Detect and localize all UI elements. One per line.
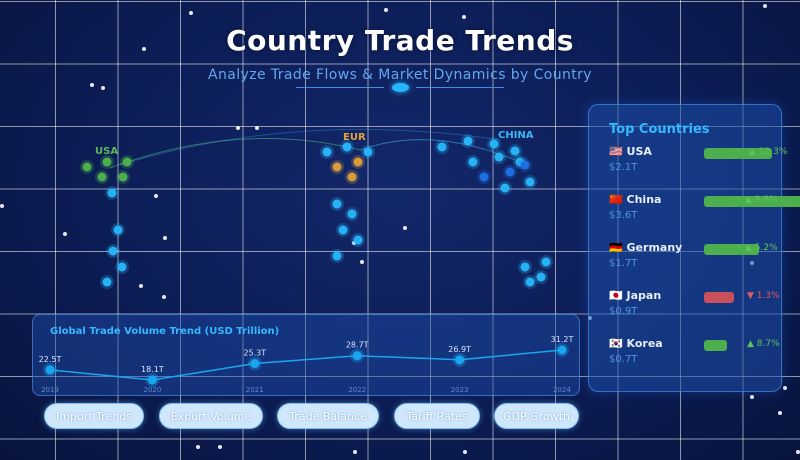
country-trade-value: $0.9T [609, 306, 638, 317]
country-name: 🇺🇸 USA [609, 145, 652, 158]
country-row[interactable]: 🇰🇷 Korea $0.7T ▲ 8.7% [609, 337, 800, 379]
country-row[interactable]: 🇨🇳 China $3.6T ▲ 9.8% [609, 193, 800, 235]
top-countries-panel: Top Countries 🇺🇸 USA $2.1T ▲ 12.3% 🇨🇳 China… [588, 104, 800, 392]
page-subtitle: Analyze Trade Flows & Market Dynamics by… [208, 67, 592, 83]
trade-volume-trend-panel: Global Trade Volume Trend (USD Trillion) [32, 314, 580, 396]
region-label-china: CHINA [498, 130, 534, 141]
country-growth-bar [704, 340, 727, 351]
tariff-rates-button[interactable]: Tariff Rates [394, 403, 480, 429]
country-trade-value: $1.7T [609, 258, 638, 269]
country-change-percent: ▲ 12.3% [749, 147, 788, 157]
country-growth-bar [704, 292, 734, 303]
country-change-percent: ▲ 9.8% [745, 195, 778, 205]
country-name: 🇰🇷 Korea [609, 337, 663, 350]
title-divider [296, 82, 506, 94]
import-trends-button[interactable]: Import Trends [44, 403, 144, 429]
country-name: 🇩🇪 Germany [609, 241, 683, 254]
page-title: Country Trade Trends [226, 24, 574, 57]
export-volume-button[interactable]: Export Volume [159, 403, 263, 429]
country-row[interactable]: 🇺🇸 USA $2.1T ▲ 12.3% [609, 145, 800, 187]
country-name: 🇯🇵 Japan [609, 289, 662, 302]
country-trade-value: $0.7T [609, 354, 638, 365]
country-change-percent: ▼ 1.3% [747, 291, 780, 301]
country-change-percent: ▲ 5.2% [745, 243, 778, 253]
country-row[interactable]: 🇯🇵 Japan $0.9T ▼ 1.3% [609, 289, 800, 331]
country-row[interactable]: 🇩🇪 Germany $1.7T ▲ 5.2% [609, 241, 800, 283]
chart-title: Global Trade Volume Trend (USD Trillion) [50, 326, 280, 337]
region-label-eur: EUR [343, 132, 366, 143]
country-trade-value: $3.6T [609, 210, 638, 221]
top-countries-title: Top Countries [609, 122, 710, 137]
gdp-growth-button[interactable]: GDP Growth [494, 403, 579, 429]
country-change-percent: ▲ 8.7% [747, 339, 780, 349]
trade-balance-button[interactable]: Trade Balance [277, 403, 379, 429]
country-name: 🇨🇳 China [609, 193, 662, 206]
country-trade-value: $2.1T [609, 162, 638, 173]
region-label-usa: USA [95, 146, 119, 157]
